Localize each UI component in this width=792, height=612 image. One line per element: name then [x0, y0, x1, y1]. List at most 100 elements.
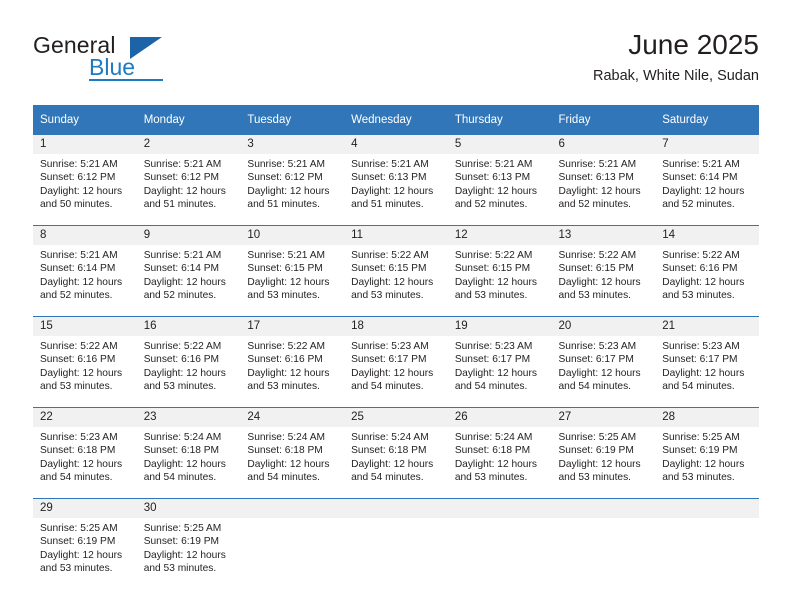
sunset-text: Sunset: 6:13 PM — [558, 172, 634, 184]
sunrise-text: Sunrise: 5:23 AM — [662, 341, 740, 352]
daylight-text-line1: Daylight: 12 hours — [40, 185, 123, 197]
weekday-header-sunday: Sunday — [33, 105, 137, 135]
day-details: Sunrise: 5:22 AM Sunset: 6:15 PM Daylight:… — [552, 245, 656, 303]
sunset-text: Sunset: 6:18 PM — [143, 445, 220, 457]
day-cell[interactable]: 2 Sunrise: 5:21 AM Sunset: 6:12 PM Daylight… — [136, 135, 241, 226]
day-details: Sunrise: 5:21 AM Sunset: 6:13 PM Daylight:… — [344, 154, 448, 212]
day-details: Sunrise: 5:24 AM Sunset: 6:18 PM Daylight:… — [448, 427, 552, 485]
day-cell[interactable]: 20 Sunrise: 5:23 AM Sunset: 6:17 PM Dayligh… — [551, 316, 656, 408]
location-subtitle: Rabak, White Nile, Sudan — [592, 68, 759, 84]
day-details: Sunrise: 5:25 AM Sunset: 6:19 PM Daylight:… — [137, 518, 241, 576]
day-cell[interactable]: 15 Sunrise: 5:22 AM Sunset: 6:16 PM Dayligh… — [33, 316, 137, 408]
day-details: Sunrise: 5:25 AM Sunset: 6:19 PM Daylight:… — [655, 427, 759, 485]
day-cell[interactable]: 28 Sunrise: 5:25 AM Sunset: 6:19 PM Dayligh… — [655, 407, 759, 499]
day-number: 14 — [655, 226, 759, 245]
daylight-text-line2: and 51 minutes. — [247, 199, 320, 211]
daylight-text-line2: and 52 minutes. — [143, 290, 217, 302]
day-details: Sunrise: 5:23 AM Sunset: 6:17 PM Daylight:… — [344, 336, 448, 394]
sunset-text: Sunset: 6:19 PM — [558, 445, 634, 457]
day-cell[interactable]: 23 Sunrise: 5:24 AM Sunset: 6:18 PM Dayligh… — [136, 407, 241, 499]
sunset-text: Sunset: 6:14 PM — [662, 172, 738, 184]
sunset-text: Sunset: 6:17 PM — [351, 354, 427, 366]
day-cell[interactable]: 3 Sunrise: 5:21 AM Sunset: 6:12 PM Daylight… — [240, 135, 345, 226]
day-number: 12 — [447, 226, 552, 245]
sunset-text: Sunset: 6:16 PM — [662, 263, 738, 275]
weekday-header-tuesday: Tuesday — [240, 105, 345, 135]
sunset-text: Sunset: 6:14 PM — [40, 263, 116, 275]
day-cell[interactable]: 7 Sunrise: 5:21 AM Sunset: 6:14 PM Daylight… — [655, 135, 759, 226]
day-cell[interactable]: 17 Sunrise: 5:22 AM Sunset: 6:16 PM Dayligh… — [240, 316, 345, 408]
sunrise-text: Sunrise: 5:22 AM — [662, 250, 740, 261]
day-details: Sunrise: 5:21 AM Sunset: 6:13 PM Daylight:… — [448, 154, 552, 212]
page-header: General Blue June 2025 Rabak, White Nile… — [33, 28, 759, 98]
day-cell[interactable]: 30 Sunrise: 5:25 AM Sunset: 6:19 PM Dayligh… — [136, 498, 241, 589]
sunset-text: Sunset: 6:17 PM — [558, 354, 634, 366]
day-cell[interactable]: 9 Sunrise: 5:21 AM Sunset: 6:14 PM Daylight… — [136, 225, 241, 317]
day-cell[interactable]: 4 Sunrise: 5:21 AM Sunset: 6:13 PM Daylight… — [344, 135, 448, 226]
sunrise-text: Sunrise: 5:23 AM — [558, 341, 637, 352]
daylight-text-line1: Daylight: 12 hours — [351, 185, 434, 197]
sunrise-text: Sunrise: 5:22 AM — [247, 341, 325, 352]
day-cell[interactable]: 16 Sunrise: 5:22 AM Sunset: 6:16 PM Dayligh… — [136, 316, 241, 408]
sunrise-text: Sunrise: 5:24 AM — [143, 432, 222, 443]
daylight-text-line1: Daylight: 12 hours — [143, 185, 226, 197]
day-number: 2 — [136, 135, 241, 154]
day-cell[interactable]: 12 Sunrise: 5:22 AM Sunset: 6:15 PM Dayligh… — [447, 225, 552, 317]
day-number: 29 — [33, 499, 137, 518]
day-cell[interactable]: 8 Sunrise: 5:21 AM Sunset: 6:14 PM Daylight… — [33, 225, 137, 317]
sunset-text: Sunset: 6:15 PM — [247, 263, 323, 275]
day-cell[interactable]: 27 Sunrise: 5:25 AM Sunset: 6:19 PM Dayligh… — [551, 407, 656, 499]
day-cell[interactable]: 14 Sunrise: 5:22 AM Sunset: 6:16 PM Dayligh… — [655, 225, 759, 317]
day-number: 21 — [655, 317, 759, 336]
day-number: 13 — [551, 226, 656, 245]
day-number: 20 — [551, 317, 656, 336]
day-details: Sunrise: 5:21 AM Sunset: 6:14 PM Daylight:… — [137, 245, 241, 303]
day-cell-empty — [344, 498, 448, 589]
day-details: Sunrise: 5:21 AM Sunset: 6:14 PM Daylight:… — [655, 154, 759, 212]
day-cell[interactable]: 24 Sunrise: 5:24 AM Sunset: 6:18 PM Dayligh… — [240, 407, 345, 499]
sunrise-text: Sunrise: 5:22 AM — [454, 250, 533, 261]
day-number: 18 — [344, 317, 448, 336]
sunrise-text: Sunrise: 5:22 AM — [143, 341, 222, 352]
sunset-text: Sunset: 6:15 PM — [558, 263, 634, 275]
day-cell[interactable]: 26 Sunrise: 5:24 AM Sunset: 6:18 PM Dayligh… — [447, 407, 552, 499]
day-cell[interactable]: 18 Sunrise: 5:23 AM Sunset: 6:17 PM Dayligh… — [344, 316, 448, 408]
sunset-text: Sunset: 6:16 PM — [143, 354, 220, 366]
day-number: 22 — [33, 408, 137, 427]
sunset-text: Sunset: 6:14 PM — [143, 263, 220, 275]
sunset-text: Sunset: 6:18 PM — [351, 445, 427, 457]
daylight-text-line1: Daylight: 12 hours — [143, 458, 226, 470]
daylight-text-line1: Daylight: 12 hours — [247, 458, 330, 470]
day-cell[interactable]: 13 Sunrise: 5:22 AM Sunset: 6:15 PM Dayligh… — [551, 225, 656, 317]
day-details: Sunrise: 5:22 AM Sunset: 6:15 PM Daylight:… — [344, 245, 448, 303]
daylight-text-line1: Daylight: 12 hours — [662, 458, 745, 470]
daylight-text-line2: and 53 minutes. — [143, 381, 217, 393]
day-cell-empty — [240, 498, 345, 589]
daylight-text-line1: Daylight: 12 hours — [40, 458, 123, 470]
day-cell[interactable]: 19 Sunrise: 5:23 AM Sunset: 6:17 PM Dayligh… — [447, 316, 552, 408]
sunrise-text: Sunrise: 5:21 AM — [143, 159, 222, 170]
logo-underline — [89, 79, 163, 81]
day-cell[interactable]: 1 Sunrise: 5:21 AM Sunset: 6:12 PM Daylight… — [33, 135, 137, 226]
sunrise-text: Sunrise: 5:24 AM — [247, 432, 325, 443]
day-cell[interactable]: 25 Sunrise: 5:24 AM Sunset: 6:18 PM Dayligh… — [344, 407, 448, 499]
sunrise-text: Sunrise: 5:25 AM — [40, 523, 118, 534]
sunrise-text: Sunrise: 5:25 AM — [143, 523, 222, 534]
day-cell[interactable]: 6 Sunrise: 5:21 AM Sunset: 6:13 PM Daylight… — [551, 135, 656, 226]
daylight-text-line1: Daylight: 12 hours — [40, 549, 123, 561]
day-details: Sunrise: 5:23 AM Sunset: 6:17 PM Daylight:… — [552, 336, 656, 394]
daylight-text-line1: Daylight: 12 hours — [662, 367, 745, 379]
day-cell[interactable]: 22 Sunrise: 5:23 AM Sunset: 6:18 PM Dayligh… — [33, 407, 137, 499]
sunset-text: Sunset: 6:15 PM — [454, 263, 531, 275]
day-cell[interactable]: 21 Sunrise: 5:23 AM Sunset: 6:17 PM Dayligh… — [655, 316, 759, 408]
day-cell-empty — [447, 498, 552, 589]
sunrise-text: Sunrise: 5:21 AM — [247, 159, 325, 170]
day-cell[interactable]: 29 Sunrise: 5:25 AM Sunset: 6:19 PM Dayligh… — [33, 498, 137, 589]
day-cell[interactable]: 11 Sunrise: 5:22 AM Sunset: 6:15 PM Dayligh… — [344, 225, 448, 317]
daylight-text-line2: and 51 minutes. — [351, 199, 424, 211]
day-details: Sunrise: 5:21 AM Sunset: 6:13 PM Daylight:… — [552, 154, 656, 212]
general-blue-logo[interactable]: General Blue — [33, 32, 193, 88]
day-details: Sunrise: 5:22 AM Sunset: 6:16 PM Daylight:… — [655, 245, 759, 303]
day-cell[interactable]: 10 Sunrise: 5:21 AM Sunset: 6:15 PM Dayligh… — [240, 225, 345, 317]
day-cell[interactable]: 5 Sunrise: 5:21 AM Sunset: 6:13 PM Daylight… — [447, 135, 552, 226]
